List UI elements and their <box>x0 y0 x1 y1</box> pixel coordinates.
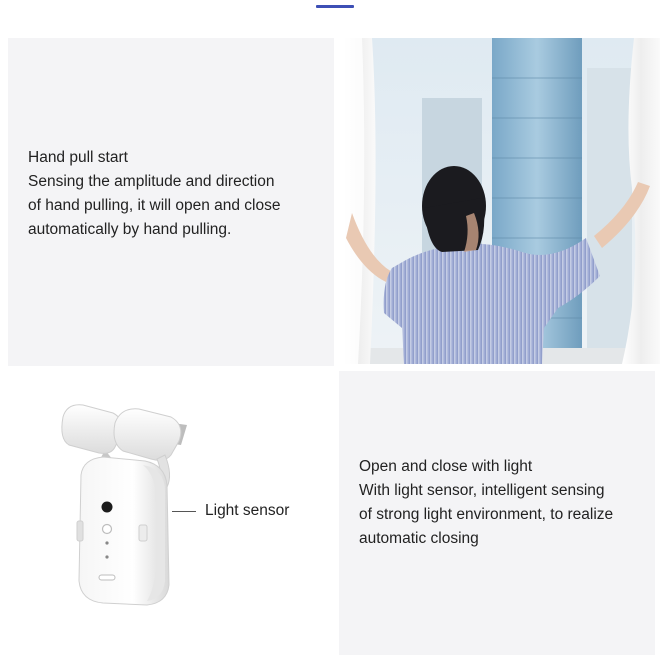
curtain-photo-illustration <box>342 38 660 364</box>
callout-line <box>172 511 196 512</box>
feature-title: Hand pull start <box>28 149 128 166</box>
feature-line: With light sensor, intelligent sensing <box>359 482 605 499</box>
feature-text-hand-pull: Hand pull start Sensing the amplitude an… <box>28 146 328 242</box>
feature-line: automatic closing <box>359 530 479 547</box>
page-indicator[interactable] <box>316 5 354 8</box>
feature-line: Sensing the amplitude and direction <box>28 173 275 190</box>
curtain-robot-illustration <box>61 404 187 606</box>
light-sensor-icon <box>101 501 113 513</box>
curtain-photo <box>342 38 660 364</box>
light-sensor-label: Light sensor <box>205 502 290 519</box>
curtain-robot-device <box>55 395 195 615</box>
feature-line: automatically by hand pulling. <box>28 221 232 238</box>
feature-title: Open and close with light <box>359 458 533 475</box>
feature-line: of strong light environment, to realize <box>359 506 614 523</box>
feature-text-light: Open and close with light With light sen… <box>359 455 654 551</box>
feature-line: of hand pulling, it will open and close <box>28 197 281 214</box>
